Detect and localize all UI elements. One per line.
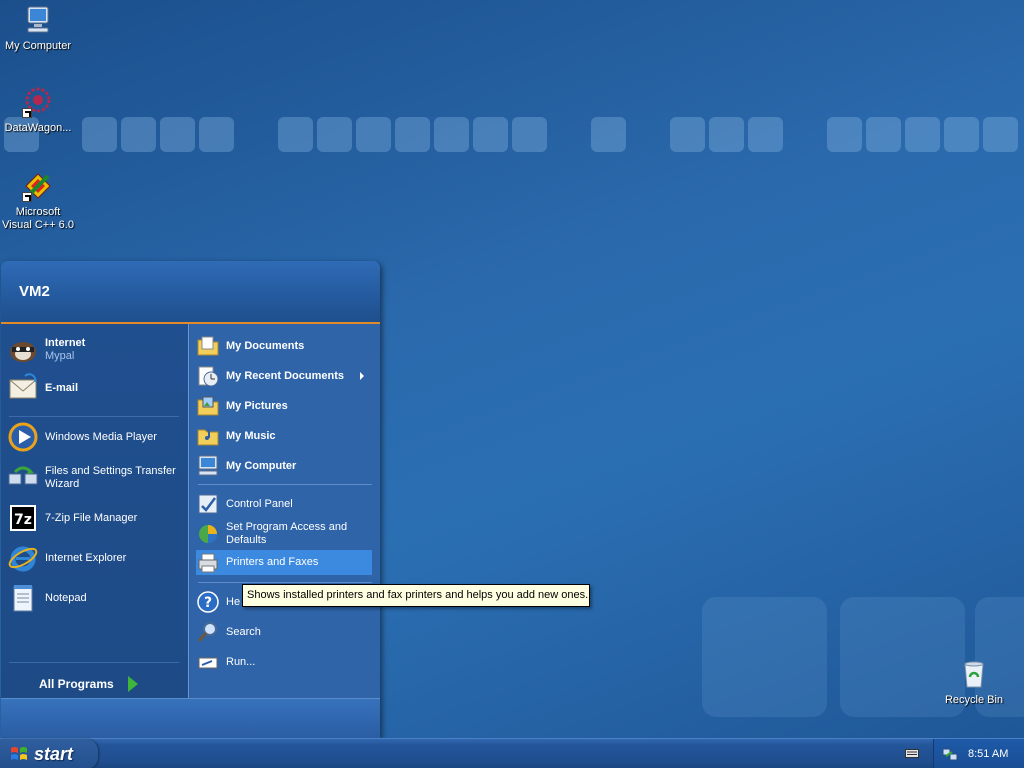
clock[interactable]: 8:51 AM [968,748,1008,760]
submenu-arrow-icon [360,372,364,380]
windows-flag-icon [10,746,28,762]
monitor-icon [22,4,54,36]
program-label: 7-Zip File Manager [45,511,138,524]
pinned-email[interactable]: E-mail [7,372,183,404]
desktop-icon-label: Recycle Bin [944,694,1004,706]
place-my-music[interactable]: My Music [196,424,372,448]
system-control-panel[interactable]: Control Panel [196,492,372,516]
desktop-icon-recycle-bin[interactable]: Recycle Bin [936,658,1012,707]
system-label: Printers and Faxes [226,556,319,568]
taskbar: start 8:51 AM [0,738,1024,768]
start-menu: VM2 Internet Mypal E-mail Windows Media … [1,261,380,738]
visual-cpp-icon [22,170,54,202]
system-search[interactable]: Search [196,620,372,644]
recent-documents-icon [196,364,220,388]
wallpaper-tile [702,597,827,717]
pinned-item-title: E-mail [45,381,79,394]
program-label: Windows Media Player [45,430,157,443]
place-label: My Music [226,429,276,442]
start-menu-footer [1,698,380,738]
program-access-icon [196,522,220,546]
place-my-documents[interactable]: My Documents [196,334,372,358]
search-icon [196,620,220,644]
network-icon[interactable] [942,746,958,762]
place-label: My Computer [226,459,297,472]
keyboard-icon[interactable] [905,747,919,759]
start-label: start [34,743,74,764]
tooltip: Shows installed printers and fax printer… [242,584,590,607]
transfer-wizard-icon [7,462,39,494]
music-folder-icon [196,424,220,448]
program-internet-explorer[interactable]: Internet Explorer [7,542,183,574]
pinned-item-title: Internet [45,337,86,349]
all-programs-button[interactable]: All Programs [39,676,138,692]
system-label: Control Panel [226,497,293,510]
program-label: Internet Explorer [45,551,127,564]
desktop-icon-label: Microsoft Visual C++ 6.0 [2,206,74,231]
notepad-icon [7,582,39,614]
internet-explorer-icon [7,542,39,574]
documents-folder-icon [196,334,220,358]
media-player-icon [7,421,39,453]
email-envelope-icon [7,372,39,404]
system-label: Search [226,625,261,638]
shortcut-arrow-icon [22,192,32,202]
run-icon [196,650,220,674]
shortcut-arrow-icon [22,108,32,118]
program-label: Notepad [45,591,87,604]
program-label: Files and Settings Transfer Wizard [45,465,176,490]
control-panel-icon [196,492,220,516]
program-7zip[interactable]: 7z 7-Zip File Manager [7,502,183,534]
wallpaper-tiles [0,117,1024,153]
pinned-item-subtitle: Mypal [45,350,75,362]
separator [198,484,372,485]
pictures-folder-icon [196,394,220,418]
place-my-computer[interactable]: My Computer [196,454,372,478]
place-label: My Documents [226,339,305,352]
start-menu-right-pane: My Documents My Recent Documents My Pict… [190,324,380,698]
all-programs-label: All Programs [39,677,114,691]
desktop-icon-label: DataWagon... [4,122,72,134]
program-windows-media-player[interactable]: Windows Media Player [7,421,183,453]
separator [198,582,372,583]
recycle-bin-icon [958,658,990,690]
desktop-icon-label: My Computer [4,40,72,52]
system-program-access[interactable]: Set Program Access and Defaults [196,520,372,548]
program-files-settings-transfer[interactable]: Files and Settings Transfer Wizard [7,462,183,494]
system-label: Set Program Access and Defaults [226,521,348,546]
place-label: My Recent Documents [226,369,344,382]
system-label: He [226,595,241,608]
start-button[interactable]: start [0,739,98,768]
help-icon: ? [196,590,220,614]
green-arrow-icon [127,676,138,692]
separator [9,416,179,417]
system-printers-and-faxes[interactable]: Printers and Faxes [196,550,372,575]
raccoon-browser-icon [7,334,39,366]
monitor-icon [196,454,220,478]
printer-icon [196,551,220,575]
svg-text:?: ? [204,595,212,611]
place-my-pictures[interactable]: My Pictures [196,394,372,418]
desktop-icon-visual-cpp[interactable]: Microsoft Visual C++ 6.0 [0,170,76,232]
system-run[interactable]: Run... [196,650,372,674]
start-menu-left-pane: Internet Mypal E-mail Windows Media Play… [1,324,189,698]
system-label: Run... [226,655,256,668]
separator [9,662,179,663]
place-label: My Pictures [226,399,288,412]
place-my-recent-documents[interactable]: My Recent Documents [196,364,372,388]
desktop-icon-my-computer[interactable]: My Computer [0,4,76,53]
svg-text:7z: 7z [14,512,32,528]
program-notepad[interactable]: Notepad [7,582,183,614]
datawagon-icon [22,86,54,118]
user-name: VM2 [19,283,50,300]
system-tray: 8:51 AM [933,739,1024,768]
start-menu-header: VM2 [1,261,380,324]
desktop-icon-datawagon[interactable]: DataWagon... [0,86,76,135]
pinned-internet[interactable]: Internet Mypal [7,334,183,366]
7zip-icon: 7z [7,502,39,534]
